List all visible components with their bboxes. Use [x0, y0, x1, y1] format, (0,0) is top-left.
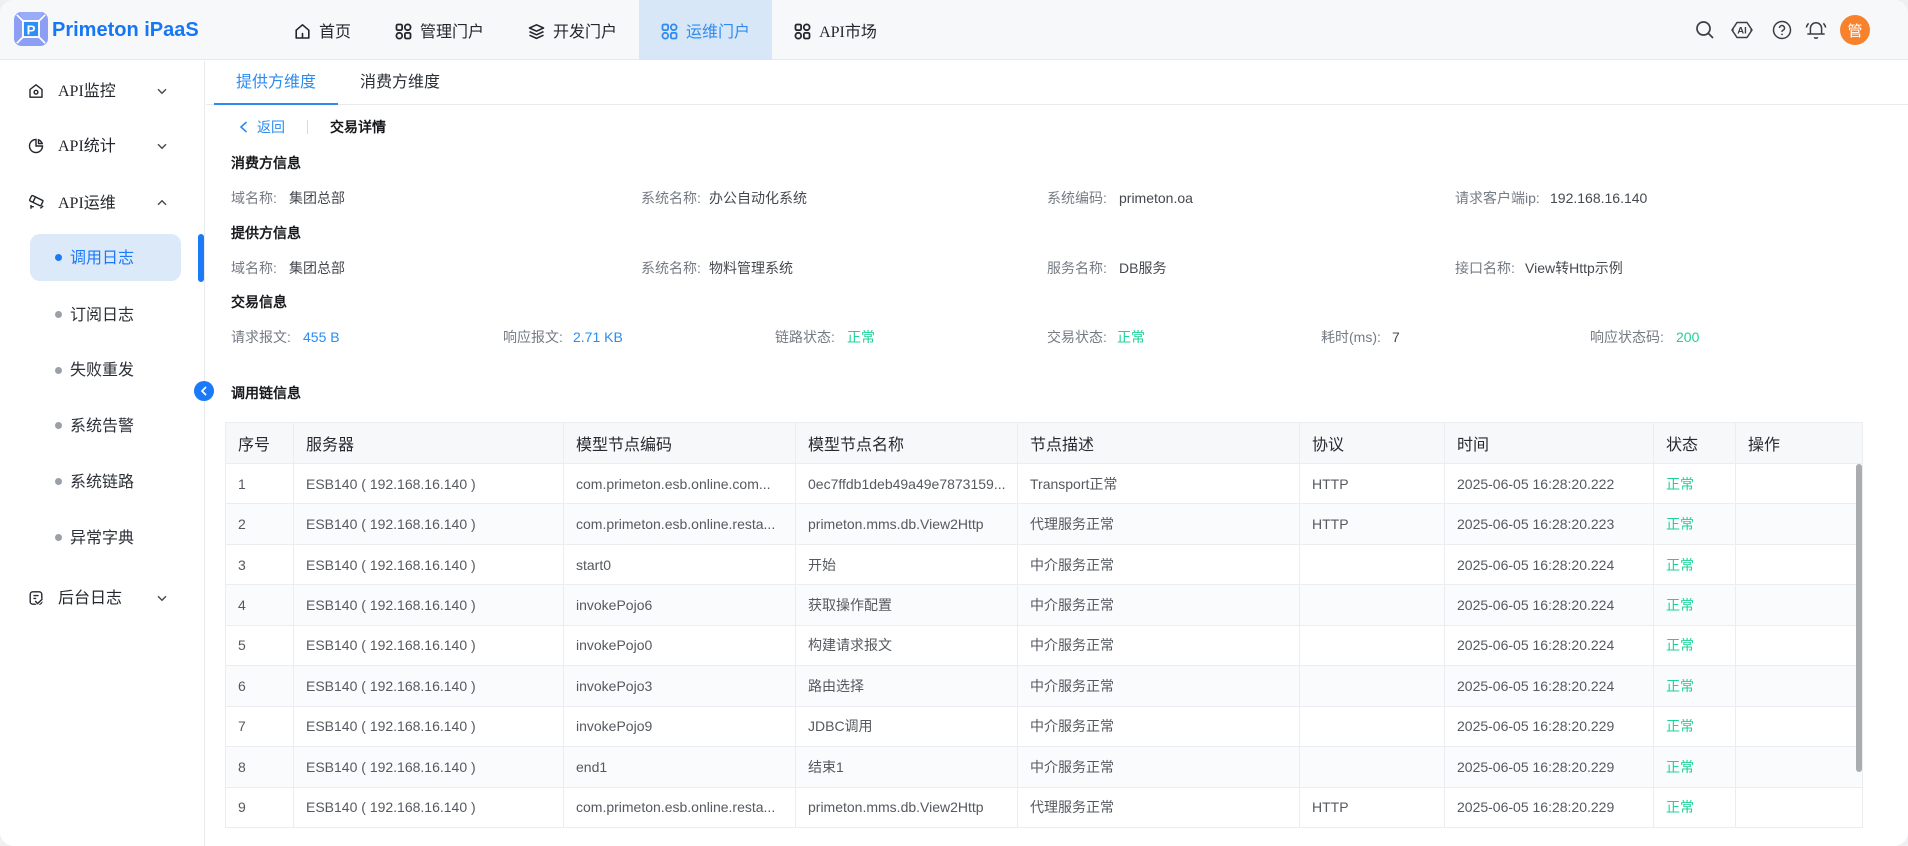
svg-text:AI: AI — [1737, 26, 1747, 37]
